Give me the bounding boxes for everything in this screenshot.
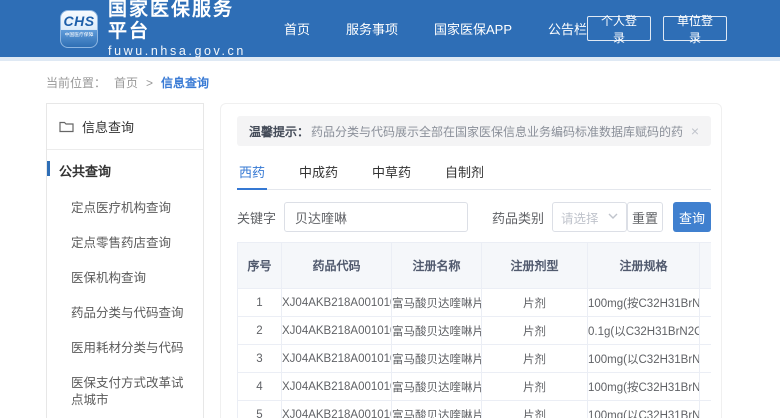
nav-item-home[interactable]: 首页: [284, 19, 310, 38]
sidebar-title-row[interactable]: 信息查询: [47, 104, 203, 150]
cell-dosage-form: 片剂: [481, 400, 588, 418]
cell-registered-name: 富马酸贝达喹啉片: [391, 288, 482, 317]
keyword-label: 关键字: [237, 210, 277, 226]
drug-category-tabs: 西药 中成药 中草药 自制剂: [237, 156, 711, 190]
breadcrumb-home-link[interactable]: 首页: [114, 74, 138, 91]
sidebar-item-designated-medical-institutions[interactable]: 定点医疗机构查询: [47, 191, 203, 226]
table-header-row: 序号 药品代码 注册名称 注册剂型 注册规格 批准文号: [237, 242, 711, 289]
reset-button[interactable]: 重置: [627, 202, 663, 232]
unit-login-button[interactable]: 单位登录: [663, 14, 728, 45]
cell-specification: 100mg(以C32H31BrN2...: [587, 344, 700, 373]
site-domain: fuwu.nhsa.gov.cn: [108, 43, 246, 58]
cell-registered-name: 富马酸贝达喹啉片: [391, 400, 482, 418]
col-header-registered-name: 注册名称: [391, 242, 482, 289]
notice-label: 温馨提示：: [249, 124, 310, 139]
cell-extra: [699, 344, 711, 373]
cell-registered-name: 富马酸贝达喹啉片: [391, 344, 482, 373]
cell-extra: [699, 400, 711, 418]
col-header-approval-number-clipped: 批准文号: [699, 242, 711, 289]
content-area: 信息查询 公共查询 定点医疗机构查询 定点零售药店查询 医保机构查询 药品分类与…: [0, 103, 780, 418]
nav-item-services[interactable]: 服务事项: [346, 19, 398, 38]
table-row: 5 XJ04AKB218A0010102... 富马酸贝达喹啉片 片剂 100m…: [237, 400, 711, 418]
breadcrumb: 当前位置： 首页 > 信息查询: [0, 61, 780, 103]
cell-index: 5: [237, 400, 282, 418]
sidebar-menu: 信息查询 公共查询 定点医疗机构查询 定点零售药店查询 医保机构查询 药品分类与…: [46, 103, 204, 418]
results-table-container: 序号 药品代码 注册名称 注册剂型 注册规格 批准文号 1 XJ04AKB218…: [237, 242, 711, 418]
sidebar-item-insurance-agencies[interactable]: 医保机构查询: [47, 261, 203, 296]
sidebar-item-payment-reform-pilot-cities[interactable]: 医保支付方式改革试点城市: [47, 366, 203, 418]
cell-drug-code: XJ04AKB218A0010102...: [281, 372, 392, 401]
breadcrumb-prefix: 当前位置：: [46, 76, 107, 90]
search-button[interactable]: 查询: [672, 202, 711, 232]
query-panel: 温馨提示： 药品分类与代码展示全部在国家医保信息业务编码标准数据库赋码的药品。 …: [220, 103, 722, 418]
filter-bar: 关键字 药品类别 请选择 重置 查询: [237, 202, 711, 232]
tab-chinese-patent-medicine[interactable]: 中成药: [297, 156, 340, 189]
top-header: CHS 中国医疗保障 国家医保服务平台 fuwu.nhsa.gov.cn 首页 …: [0, 0, 780, 59]
close-icon[interactable]: ×: [691, 123, 699, 139]
cell-drug-code: XJ04AKB218A0010101...: [281, 344, 392, 373]
nav-item-app[interactable]: 国家医保APP: [434, 19, 512, 38]
cell-drug-code: XJ04AKB218A0010102...: [281, 400, 392, 418]
cell-index: 1: [237, 288, 282, 317]
cell-dosage-form: 片剂: [481, 288, 588, 317]
cell-specification: 0.1g(以C32H31BrN2O2计): [587, 316, 700, 345]
cell-dosage-form: 片剂: [481, 372, 588, 401]
folder-icon: [59, 120, 74, 133]
cell-index: 3: [237, 344, 282, 373]
breadcrumb-current: 信息查询: [161, 76, 210, 90]
col-header-drug-code: 药品代码: [281, 242, 392, 289]
keyword-input[interactable]: [284, 202, 469, 232]
cell-registered-name: 富马酸贝达喹啉片: [391, 316, 482, 345]
table-row: 3 XJ04AKB218A0010101... 富马酸贝达喹啉片 片剂 100m…: [237, 344, 711, 373]
col-header-index: 序号: [237, 242, 282, 289]
col-header-specification: 注册规格: [587, 242, 700, 289]
cell-extra: [699, 316, 711, 345]
col-header-dosage-form: 注册剂型: [481, 242, 588, 289]
cell-specification: 100mg(按C32H31BrN2...: [587, 372, 700, 401]
cell-specification: 100mg(按C32H31BrN2...: [587, 288, 700, 317]
tab-self-made-preparation[interactable]: 自制剂: [443, 156, 486, 189]
chs-logo-icon: CHS 中国医疗保障: [60, 9, 98, 48]
sidebar-item-medical-consumables-codes[interactable]: 医用耗材分类与代码: [47, 331, 203, 366]
table-row: 4 XJ04AKB218A0010102... 富马酸贝达喹啉片 片剂 100m…: [237, 372, 711, 401]
cell-registered-name: 富马酸贝达喹啉片: [391, 372, 482, 401]
cell-dosage-form: 片剂: [481, 316, 588, 345]
cell-dosage-form: 片剂: [481, 344, 588, 373]
notice-text: 药品分类与代码展示全部在国家医保信息业务编码标准数据库赋码的药品。: [311, 124, 683, 139]
table-row: 1 XJ04AKB218A0010101... 富马酸贝达喹啉片 片剂 100m…: [237, 288, 711, 317]
logo-badge-subtext: 中国医疗保障: [64, 32, 94, 37]
notice-bar: 温馨提示： 药品分类与代码展示全部在国家医保信息业务编码标准数据库赋码的药品。 …: [237, 116, 711, 146]
cell-extra: [699, 288, 711, 317]
chevron-down-icon: [608, 212, 618, 222]
cell-specification: 100mg(以C32H31BrN2...: [587, 400, 700, 418]
sidebar-item-drug-classification-codes[interactable]: 药品分类与代码查询: [47, 296, 203, 331]
drug-category-select[interactable]: 请选择: [552, 202, 628, 232]
nav-item-bulletin[interactable]: 公告栏: [548, 19, 587, 38]
breadcrumb-separator: >: [146, 75, 154, 90]
personal-login-button[interactable]: 个人登录: [587, 14, 652, 45]
main-nav: 首页 服务事项 国家医保APP 公告栏: [284, 19, 587, 38]
cell-drug-code: XJ04AKB218A0010101...: [281, 316, 392, 345]
drug-category-label: 药品类别: [492, 210, 545, 226]
cell-drug-code: XJ04AKB218A0010101...: [281, 288, 392, 317]
cell-index: 4: [237, 372, 282, 401]
sidebar-section-public-query[interactable]: 公共查询: [47, 150, 203, 191]
site-brand: 国家医保服务平台 fuwu.nhsa.gov.cn: [108, 0, 246, 59]
logo-badge-text: CHS: [63, 12, 95, 29]
tab-chinese-herbal-medicine[interactable]: 中草药: [370, 156, 413, 189]
select-placeholder: 请选择: [561, 211, 599, 226]
sidebar-title: 信息查询: [82, 120, 135, 135]
cell-extra: [699, 372, 711, 401]
login-buttons: 个人登录 单位登录: [587, 14, 728, 45]
results-table: 序号 药品代码 注册名称 注册剂型 注册规格 批准文号 1 XJ04AKB218…: [237, 242, 711, 418]
site-title: 国家医保服务平台: [108, 0, 235, 42]
sidebar-item-designated-retail-pharmacies[interactable]: 定点零售药店查询: [47, 226, 203, 261]
cell-index: 2: [237, 316, 282, 345]
tab-western-medicine[interactable]: 西药: [237, 156, 268, 190]
table-row: 2 XJ04AKB218A0010101... 富马酸贝达喹啉片 片剂 0.1g…: [237, 316, 711, 345]
